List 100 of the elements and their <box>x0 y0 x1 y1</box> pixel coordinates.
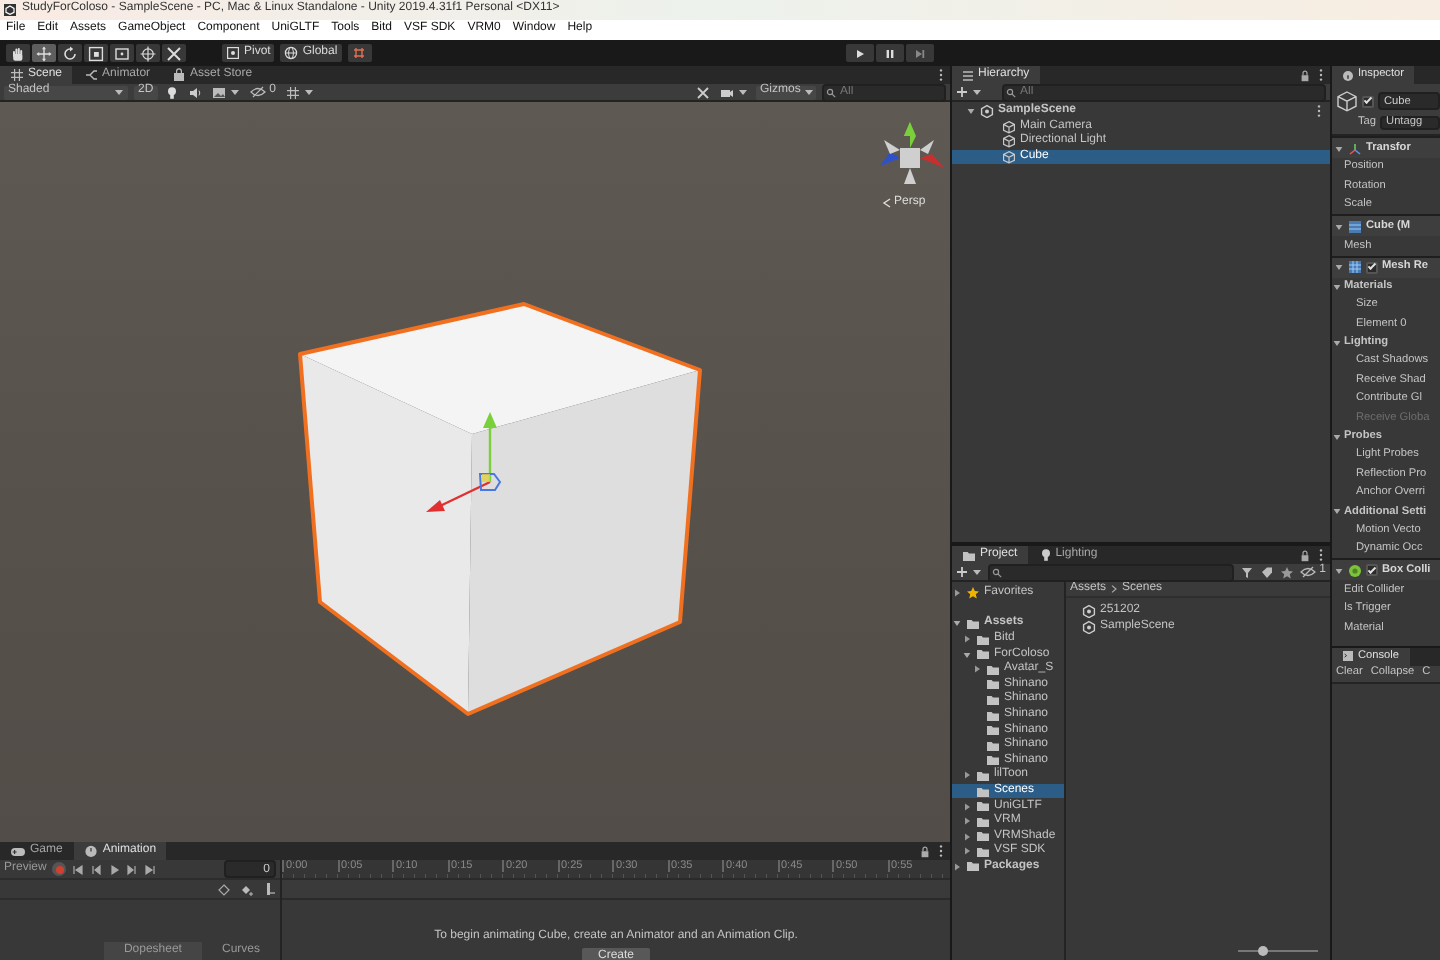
mesh-grid-icon <box>1348 260 1362 275</box>
caret-icon <box>738 88 748 96</box>
snap-button[interactable] <box>347 44 372 62</box>
add-keyframe-icon[interactable] <box>240 883 254 895</box>
checkbox[interactable] <box>1366 261 1378 274</box>
tool-button[interactable] <box>110 44 134 62</box>
transport-button[interactable] <box>72 863 85 875</box>
caret-icon <box>114 88 124 96</box>
disclosure-arrow-icon[interactable] <box>1334 565 1344 576</box>
disclosure-arrow-icon[interactable] <box>1332 281 1342 292</box>
search-icon <box>826 87 836 97</box>
scene-file-icon <box>980 104 994 119</box>
disclosure-arrow-icon[interactable] <box>962 816 972 827</box>
more-icon[interactable] <box>1316 104 1322 119</box>
light-bulb-icon <box>165 85 178 99</box>
audio-toggle[interactable] <box>185 85 204 99</box>
play-button[interactable] <box>846 44 874 62</box>
hand-icon <box>10 45 26 61</box>
tool-button[interactable] <box>32 44 56 62</box>
star-outline-icon[interactable] <box>1279 565 1294 579</box>
disclosure-arrow-icon[interactable] <box>962 831 972 842</box>
last-key-icon <box>144 863 157 875</box>
checkbox[interactable] <box>1366 564 1378 577</box>
next-key-icon <box>126 863 139 875</box>
disclosure-arrow-icon[interactable] <box>1332 506 1342 517</box>
grid-snap-icon <box>352 46 367 60</box>
plus-icon <box>956 566 968 578</box>
caret-icon <box>804 88 815 96</box>
cube-outline-icon <box>1336 90 1358 112</box>
lock-icon[interactable] <box>1300 69 1310 81</box>
transform-icon <box>140 45 156 61</box>
checkbox[interactable] <box>1362 95 1374 107</box>
lock-icon[interactable] <box>1300 549 1310 561</box>
camera-dropdown[interactable] <box>718 85 750 99</box>
console-icon <box>1342 650 1354 663</box>
record-button[interactable] <box>52 862 67 876</box>
disclosure-arrow-icon[interactable] <box>962 634 972 645</box>
effects-dropdown[interactable] <box>209 85 242 99</box>
disclosure-arrow-icon[interactable] <box>1334 143 1344 153</box>
tool-button[interactable] <box>58 44 82 62</box>
crossed-tools-icon <box>166 45 182 61</box>
disclosure-arrow-icon[interactable] <box>962 649 972 660</box>
axes-icon <box>1348 141 1362 155</box>
add-event-icon[interactable] <box>264 882 276 896</box>
disclosure-arrow-icon[interactable] <box>962 801 972 812</box>
create-dropdown[interactable] <box>956 566 982 578</box>
step-button[interactable] <box>906 44 934 62</box>
disclosure-arrow-icon[interactable] <box>972 664 982 675</box>
list-icon <box>962 69 974 81</box>
pivot-icon <box>226 46 240 60</box>
keyframe-icon[interactable] <box>218 883 230 895</box>
disclosure-arrow-icon[interactable] <box>1334 221 1344 232</box>
bag-icon <box>172 68 187 82</box>
move-gizmo-drawing[interactable] <box>426 412 502 512</box>
disclosure-arrow-icon[interactable] <box>962 770 972 781</box>
tool-button[interactable] <box>136 44 160 62</box>
axis-gizmo-drawing[interactable] <box>880 122 944 184</box>
disclosure-arrow-icon[interactable] <box>966 106 976 117</box>
speaker-icon <box>187 85 202 99</box>
step-icon <box>914 47 926 59</box>
lock-icon[interactable] <box>920 845 930 857</box>
cube-drawing[interactable] <box>298 302 702 716</box>
tools-button[interactable] <box>694 85 712 99</box>
create-dropdown[interactable] <box>956 86 982 98</box>
hash-icon <box>10 68 24 82</box>
disclosure-arrow-icon[interactable] <box>952 861 962 872</box>
caret-icon <box>972 568 982 576</box>
transport-button[interactable] <box>144 863 157 875</box>
more-icon[interactable] <box>1318 68 1324 82</box>
more-icon[interactable] <box>938 68 944 82</box>
pause-button[interactable] <box>876 44 904 62</box>
previous-key-icon <box>90 863 103 875</box>
camera-icon <box>720 85 734 99</box>
disclosure-arrow-icon[interactable] <box>952 588 962 599</box>
tool-button[interactable] <box>6 44 30 62</box>
scale-icon <box>88 45 104 61</box>
slider-thumb[interactable] <box>1257 945 1267 955</box>
transport-button[interactable] <box>90 863 103 875</box>
mesh-grid-icon <box>1348 219 1362 234</box>
record-icon <box>55 865 64 873</box>
gamepad-icon <box>10 845 26 857</box>
more-icon[interactable] <box>938 844 944 858</box>
disclosure-arrow-icon[interactable] <box>1332 431 1342 442</box>
transport-button[interactable] <box>126 863 139 875</box>
caret-icon <box>972 88 982 96</box>
tool-button[interactable] <box>162 44 186 62</box>
disclosure-arrow-icon[interactable] <box>952 618 962 629</box>
caret-icon <box>304 88 315 96</box>
grid-dropdown[interactable] <box>284 85 317 99</box>
disclosure-arrow-icon[interactable] <box>1332 337 1342 348</box>
search-icon <box>992 567 1002 577</box>
sphere-icon <box>1348 563 1362 578</box>
disclosure-arrow-icon[interactable] <box>962 846 972 857</box>
more-icon[interactable] <box>1318 548 1324 562</box>
transport-button[interactable] <box>108 863 121 875</box>
crossed-tools-icon <box>696 85 710 99</box>
tool-button[interactable] <box>84 44 108 62</box>
first-key-icon <box>72 863 85 875</box>
disclosure-arrow-icon[interactable] <box>1334 262 1344 273</box>
lighting-toggle[interactable] <box>163 85 180 99</box>
